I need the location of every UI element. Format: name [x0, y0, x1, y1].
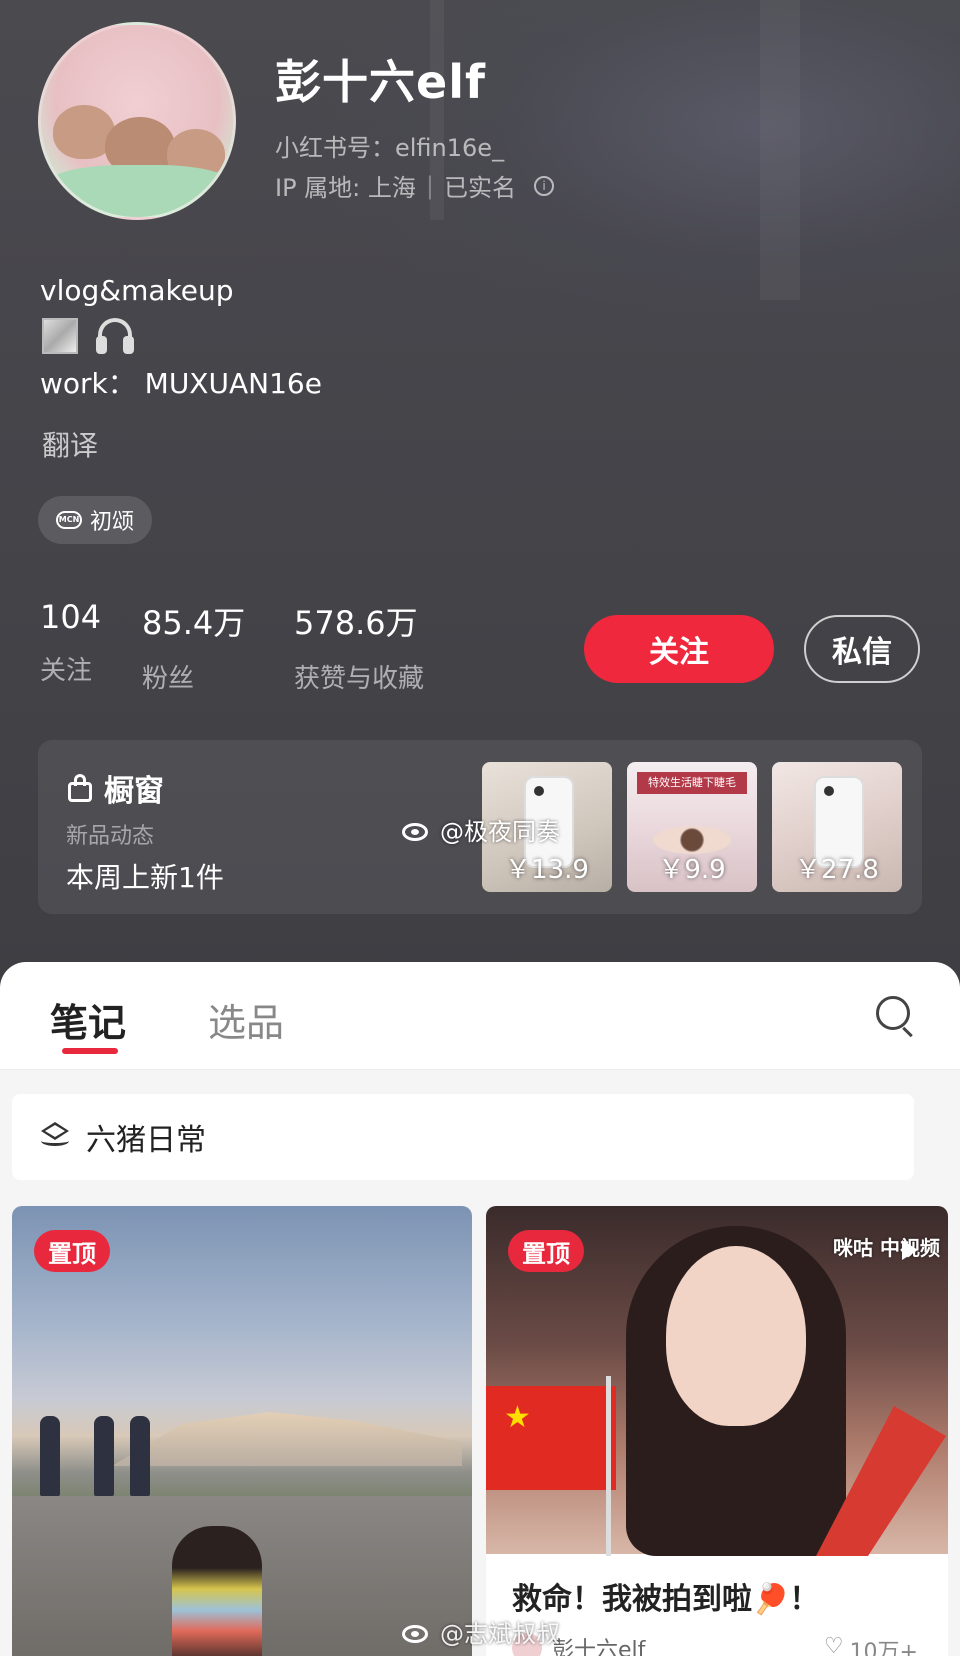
bio-line: vlog&makeup — [40, 274, 234, 307]
follow-button[interactable]: 关注 — [584, 615, 774, 683]
product-price: ￥27.8 — [795, 855, 879, 885]
layers-icon — [38, 1122, 72, 1152]
ip-location: IP 属地: 上海 — [275, 174, 416, 202]
shop-new-count: 本周上新1件 — [66, 861, 224, 894]
note-cover-image — [12, 1206, 472, 1656]
person-figure — [94, 1416, 114, 1496]
mcn-icon: MCN — [56, 511, 82, 529]
shop-title: 橱窗 — [68, 766, 164, 810]
weibo-icon — [400, 1619, 434, 1645]
stat-likes-collections[interactable]: 578.6万 获赞与收藏 — [294, 598, 424, 695]
stat-number: 104 — [40, 598, 102, 636]
stat-label: 获赞与收藏 — [294, 664, 425, 694]
pinned-badge: 置顶 — [34, 1230, 110, 1272]
mcn-tag[interactable]: MCN 初颂 — [38, 496, 153, 544]
collection-name: 六猪日常 — [86, 1123, 206, 1158]
note-title: 救命！我被拍到啦🏓！ — [512, 1582, 820, 1617]
shop-title-label: 橱窗 — [104, 774, 164, 809]
tab-notes[interactable]: 笔记 — [50, 992, 126, 1047]
weibo-icon — [400, 817, 434, 843]
watermark-text: @极夜同奏 — [440, 818, 560, 846]
shop-subtitle: 新品动态 — [66, 824, 155, 849]
tab-selected-products[interactable]: 选品 — [208, 992, 284, 1047]
flag-pole — [606, 1376, 611, 1556]
collection-row[interactable]: 六猪日常 — [12, 1094, 914, 1180]
divider: | — [425, 171, 434, 200]
mcn-tag-label: 初颂 — [90, 510, 135, 535]
like-number: 10万+ — [849, 1640, 918, 1656]
stat-number: 85.4万 — [142, 604, 246, 642]
bio-emoji-row — [42, 318, 134, 354]
translate-link[interactable]: 翻译 — [42, 424, 98, 464]
pinned-badge: 置顶 — [508, 1230, 584, 1272]
product-thumbnail[interactable]: ￥27.8 — [772, 762, 902, 892]
search-icon[interactable] — [876, 996, 916, 1038]
flag-image: ★ — [486, 1386, 616, 1490]
bio-line: work： MUXUAN16e — [40, 367, 322, 400]
heart-icon: ♡ — [823, 1634, 844, 1656]
ip-location-row: IP 属地: 上海 | 已实名 i — [275, 168, 554, 203]
red-id: 小红书号：elfin16e_ — [275, 134, 505, 162]
note-card[interactable]: 置顶 — [12, 1206, 472, 1656]
like-count[interactable]: ♡ 10万+ — [824, 1634, 918, 1656]
message-button[interactable]: 私信 — [804, 615, 920, 683]
tab-bar: 笔记 选品 — [0, 962, 960, 1070]
play-icon[interactable] — [902, 1240, 918, 1260]
mosaic-icon — [42, 318, 78, 354]
stat-label: 粉丝 — [142, 664, 195, 694]
stat-label: 关注 — [40, 656, 93, 686]
username: 彭十六elf — [275, 55, 486, 109]
verified-status: 已实名 — [444, 174, 516, 202]
weibo-watermark: @极夜同奏 — [400, 812, 560, 847]
info-icon[interactable]: i — [534, 175, 554, 196]
content-panel: 笔记 选品 六猪日常 置顶 ★ 咪咕 中视频 置顶 救命！我被拍到啦🏓！ 彭十六… — [0, 962, 960, 1656]
girl-figure — [172, 1526, 262, 1656]
avatar-blanket — [41, 165, 233, 217]
product-price: ￥13.9 — [505, 855, 589, 885]
product-banner: 特效生活睫下睫毛 — [637, 772, 747, 794]
face-shape — [666, 1246, 806, 1426]
person-figure — [40, 1416, 60, 1496]
avatar[interactable] — [38, 22, 236, 220]
author-name: 彭十六elf — [552, 1638, 646, 1656]
background-decoration — [760, 0, 800, 300]
stat-number: 578.6万 — [294, 604, 418, 642]
person-figure — [130, 1416, 150, 1496]
tab-active-indicator — [62, 1048, 118, 1054]
product-price: ￥9.9 — [658, 855, 726, 885]
shopping-bag-icon — [68, 774, 92, 802]
headphones-icon — [96, 318, 134, 354]
mountain-shape — [112, 1412, 462, 1466]
stat-following[interactable]: 104 关注 — [40, 598, 101, 687]
stat-followers[interactable]: 85.4万 粉丝 — [142, 598, 245, 695]
product-thumbnail[interactable]: 特效生活睫下睫毛 ￥9.9 — [627, 762, 757, 892]
weibo-watermark: @志斌叔叔 — [400, 1614, 560, 1649]
watermark-text: @志斌叔叔 — [440, 1620, 560, 1648]
note-card[interactable]: ★ 咪咕 中视频 置顶 救命！我被拍到啦🏓！ 彭十六elf ♡ 10万+ — [486, 1206, 948, 1656]
video-logo: 咪咕 中视频 — [833, 1236, 940, 1260]
notes-feed: 六猪日常 置顶 ★ 咪咕 中视频 置顶 救命！我被拍到啦🏓！ 彭十六elf ♡ … — [0, 1070, 960, 1656]
